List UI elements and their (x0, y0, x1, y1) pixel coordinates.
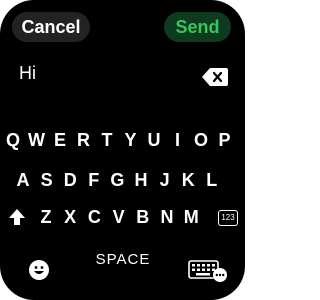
keyboard-more-icon[interactable] (188, 260, 228, 282)
key-t[interactable]: T (97, 129, 117, 151)
key-h[interactable]: H (131, 169, 151, 191)
key-q[interactable]: Q (3, 129, 23, 151)
key-x[interactable]: X (60, 206, 80, 228)
keyboard-row-3: ZXCVBNM (0, 206, 245, 228)
key-c[interactable]: C (84, 206, 104, 228)
key-f[interactable]: F (84, 169, 104, 191)
key-m[interactable]: M (181, 206, 201, 228)
watch-screen: Cancel Send Hi QWERTYUIOP ASDFGHJKL ZXCV… (0, 0, 245, 300)
numbers-key[interactable]: 123 (218, 210, 238, 226)
key-r[interactable]: R (74, 129, 94, 151)
backspace-icon[interactable] (202, 68, 228, 86)
emoji-icon[interactable] (29, 260, 49, 280)
key-n[interactable]: N (157, 206, 177, 228)
key-s[interactable]: S (37, 169, 57, 191)
key-a[interactable]: A (13, 169, 33, 191)
key-k[interactable]: K (178, 169, 198, 191)
key-b[interactable]: B (133, 206, 153, 228)
space-key[interactable]: SPACE (88, 251, 158, 268)
key-d[interactable]: D (60, 169, 80, 191)
shift-icon[interactable] (8, 208, 26, 226)
key-w[interactable]: W (27, 129, 47, 151)
key-v[interactable]: V (109, 206, 129, 228)
key-p[interactable]: P (215, 129, 235, 151)
key-i[interactable]: I (168, 129, 188, 151)
message-input[interactable]: Hi (19, 63, 36, 84)
keyboard-row-1: QWERTYUIOP (0, 129, 245, 151)
key-l[interactable]: L (202, 169, 222, 191)
key-e[interactable]: E (50, 129, 70, 151)
key-o[interactable]: O (191, 129, 211, 151)
key-g[interactable]: G (107, 169, 127, 191)
cancel-button[interactable]: Cancel (12, 12, 90, 42)
send-button[interactable]: Send (164, 12, 231, 42)
key-j[interactable]: J (155, 169, 175, 191)
keyboard-row-2: ASDFGHJKL (0, 169, 245, 191)
key-z[interactable]: Z (36, 206, 56, 228)
key-y[interactable]: Y (121, 129, 141, 151)
key-u[interactable]: U (144, 129, 164, 151)
